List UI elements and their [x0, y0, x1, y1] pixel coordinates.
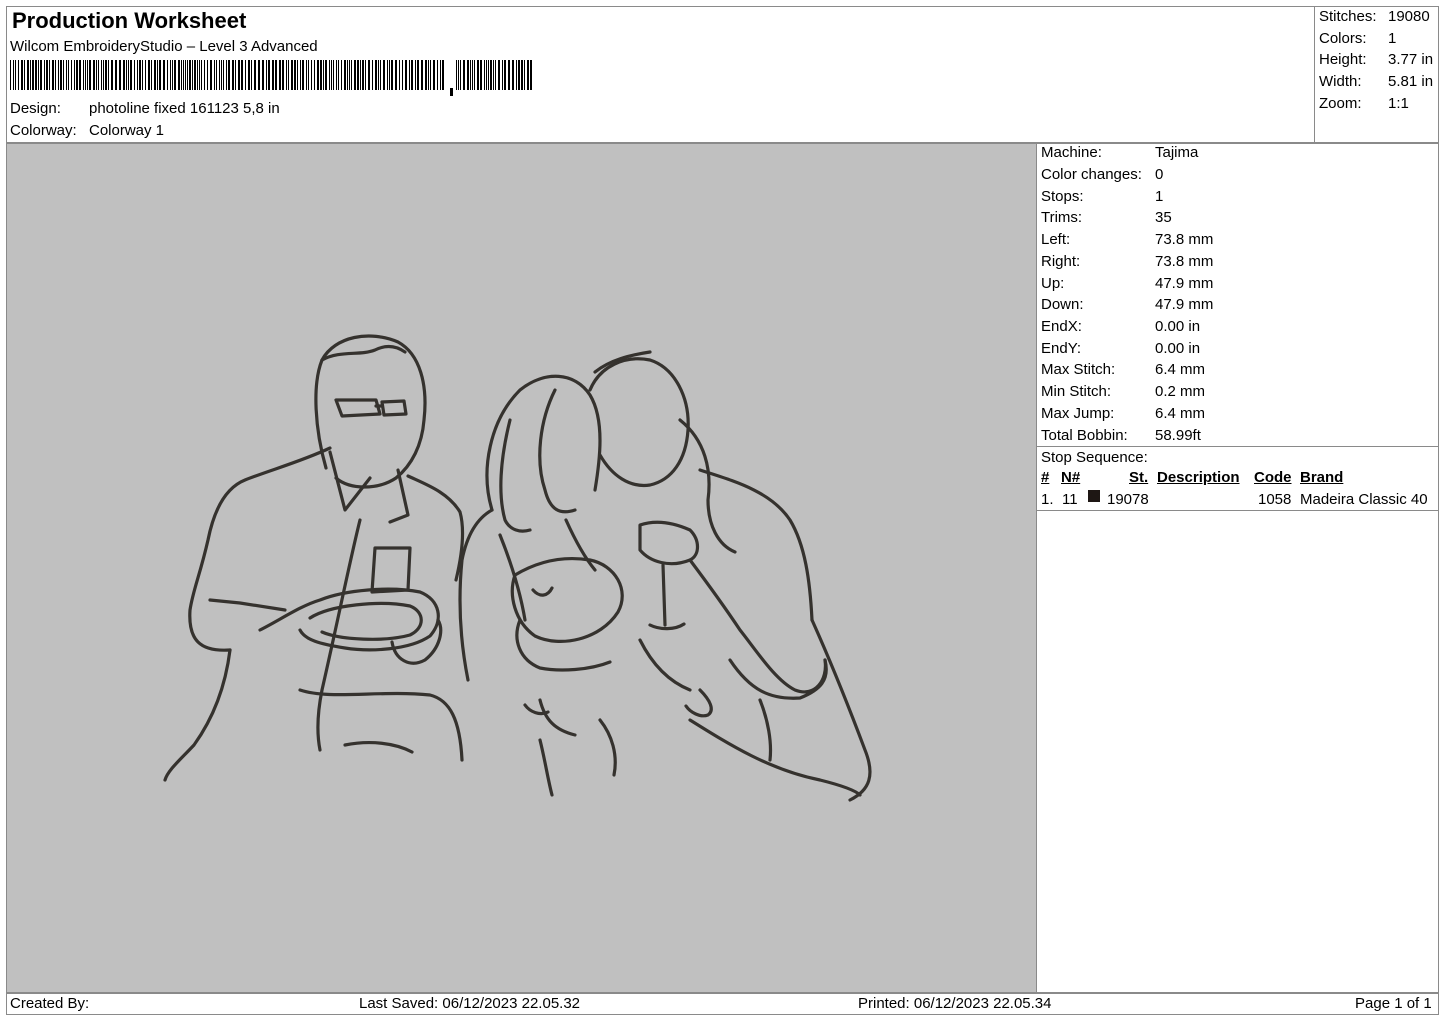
page-title: Production Worksheet — [12, 8, 247, 33]
stat-zoom: Zoom: 1:1 — [1319, 95, 1409, 112]
row-needle: 11 — [1062, 491, 1078, 508]
info-machine: Machine: Tajima — [1041, 144, 1199, 161]
design-field: Design: photoline fixed 161123 5,8 in — [10, 100, 280, 117]
info-min-stitch: Min Stitch: 0.2 mm — [1041, 383, 1206, 400]
info-max-stitch: Max Stitch: 6.4 mm — [1041, 361, 1206, 378]
stat-label: Width: — [1319, 73, 1362, 90]
worksheet-footer — [6, 993, 1439, 1015]
row-index: 1. — [1041, 491, 1054, 508]
row-code: 1058 — [1258, 491, 1292, 508]
info-stops: Stops: 1 — [1041, 188, 1164, 205]
thread-color-swatch — [1088, 490, 1100, 502]
barcode-image — [10, 60, 532, 96]
info-right: Right: 73.8 mm — [1041, 253, 1214, 270]
stop-sequence-title: Stop Sequence: — [1041, 449, 1148, 466]
column-header-stitches: St. — [1129, 469, 1149, 486]
stat-label: Colors: — [1319, 30, 1367, 47]
stat-value: 19080 — [1388, 8, 1430, 25]
colorway-field: Colorway: Colorway 1 — [10, 122, 164, 139]
colorway-value: Colorway 1 — [89, 122, 165, 139]
stat-label: Height: — [1319, 51, 1367, 68]
stat-stitches: Stitches: 19080 — [1319, 8, 1430, 25]
machine-info-panel — [1036, 143, 1439, 993]
stat-colors: Colors: 1 — [1319, 30, 1396, 47]
info-left: Left: 73.8 mm — [1041, 231, 1214, 248]
row-stitches: 19078 — [1107, 491, 1149, 508]
column-header-index: # — [1041, 469, 1050, 486]
colorway-label: Colorway: — [10, 122, 77, 139]
design-label: Design: — [10, 100, 61, 117]
stat-label: Stitches: — [1319, 8, 1377, 25]
info-total-bobbin: Total Bobbin: 58.99ft — [1041, 427, 1201, 444]
created-by: Created By: — [10, 995, 90, 1012]
column-header-description: Description — [1157, 469, 1240, 486]
info-max-jump: Max Jump: 6.4 mm — [1041, 405, 1206, 422]
page-number: Page 1 of 1 — [1355, 995, 1432, 1012]
section-divider — [1037, 446, 1439, 447]
info-down: Down: 47.9 mm — [1041, 296, 1214, 313]
stat-height: Height: 3.77 in — [1319, 51, 1433, 68]
info-trims: Trims: 35 — [1041, 209, 1172, 226]
stat-value: 5.81 in — [1388, 73, 1434, 90]
info-color-changes: Color changes: 0 — [1041, 166, 1164, 183]
info-endx: EndX: 0.00 in — [1041, 318, 1201, 335]
stat-label: Zoom: — [1319, 95, 1362, 112]
info-endy: EndY: 0.00 in — [1041, 340, 1201, 357]
stat-value: 3.77 in — [1388, 51, 1434, 68]
stat-value: 1 — [1388, 30, 1397, 47]
info-up: Up: 47.9 mm — [1041, 275, 1214, 292]
column-header-code: Code — [1254, 469, 1292, 486]
row-brand: Madeira Classic 40 — [1300, 491, 1428, 508]
software-name: Wilcom EmbroideryStudio – Level 3 Advanc… — [10, 38, 318, 55]
last-saved: Last Saved: 06/12/2023 22.05.32 — [359, 995, 581, 1012]
printed-date: Printed: 06/12/2023 22.05.34 — [858, 995, 1052, 1012]
embroidery-design-artwork — [163, 334, 872, 802]
stat-width: Width: 5.81 in — [1319, 73, 1433, 90]
column-header-needle: N# — [1061, 469, 1081, 486]
stat-value: 1:1 — [1388, 95, 1409, 112]
design-value: photoline fixed 161123 5,8 in — [89, 100, 280, 117]
column-header-brand: Brand — [1300, 469, 1344, 486]
table-divider — [1037, 510, 1439, 511]
